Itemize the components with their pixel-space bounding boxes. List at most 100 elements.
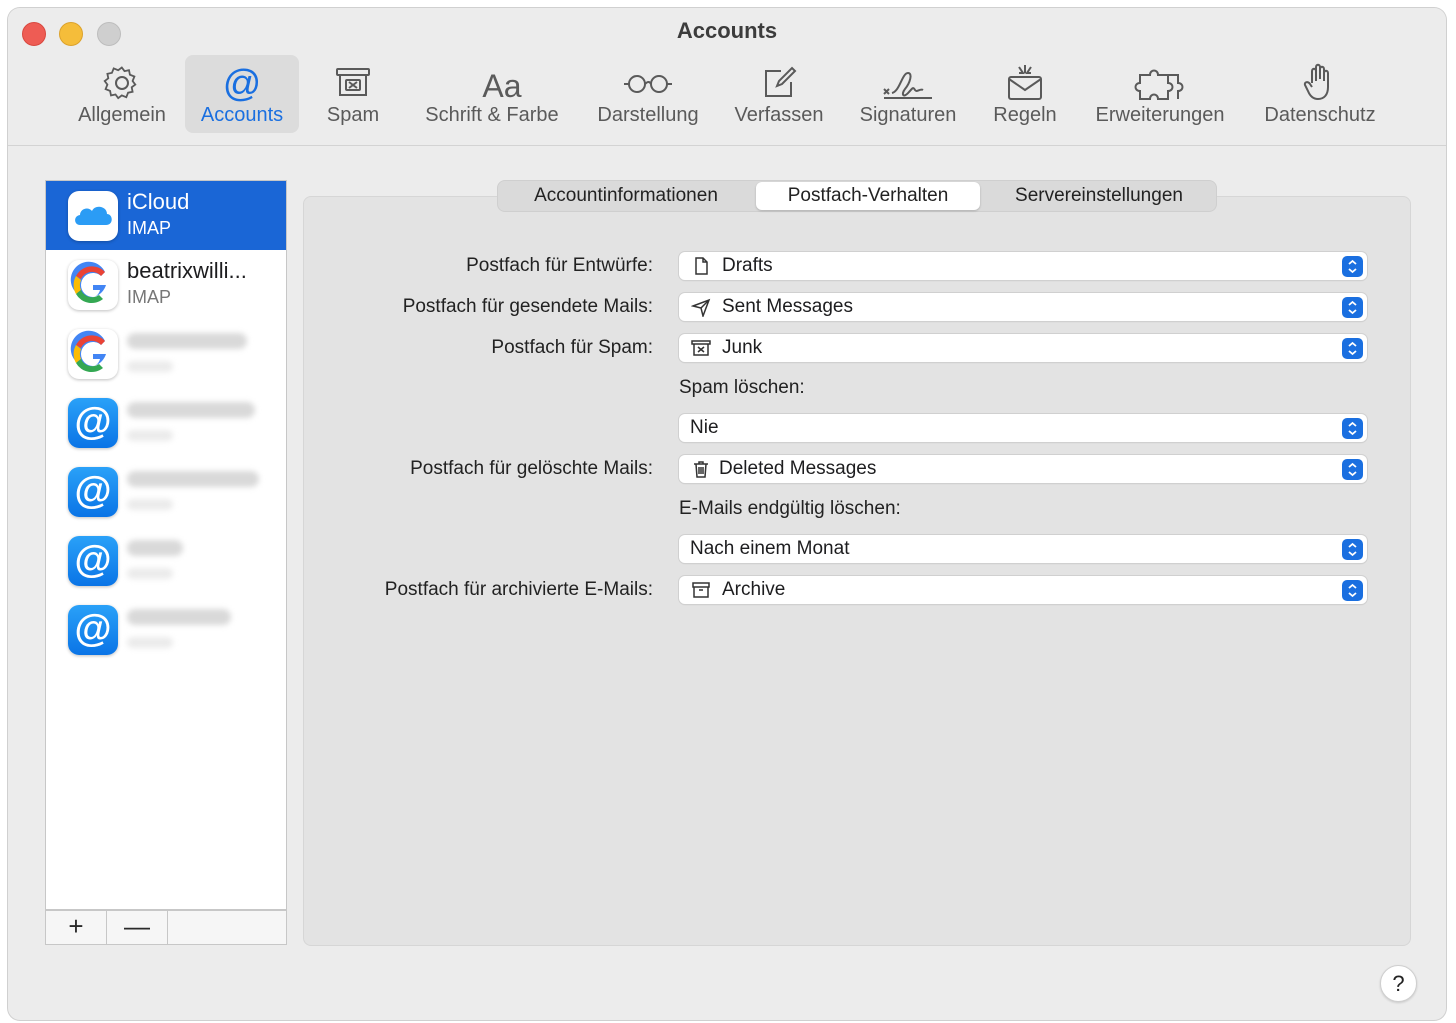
archive-mailbox-label: Postfach für archivierte E-Mails:: [384, 579, 653, 600]
accounts-list-footer: + —: [45, 910, 287, 945]
spam-delete-popup[interactable]: Nie: [679, 414, 1367, 442]
erase-mail-label: E-Mails endgültig löschen:: [679, 498, 901, 519]
toolbar-label: Schrift & Farbe: [425, 104, 559, 126]
titlebar: Accounts Allgemein @ Accounts Spam Aa Sc…: [8, 8, 1446, 146]
add-account-button[interactable]: +: [46, 911, 107, 944]
toolbar-label: Regeln: [993, 104, 1057, 126]
toolbar-label: Allgemein: [78, 104, 166, 126]
at-icon: @: [223, 63, 262, 103]
font-icon: Aa: [482, 68, 521, 103]
trash-mailbox-popup[interactable]: Deleted Messages: [679, 455, 1367, 483]
blurred-account-type: [127, 430, 173, 441]
junk-box-icon: [336, 68, 370, 96]
blurred-account-name: [127, 609, 231, 625]
blurred-account-type: [127, 499, 173, 510]
blurred-account-name: [127, 471, 259, 487]
chevron-updown-icon: [1342, 459, 1363, 480]
toolbar-erweiterungen[interactable]: Erweiterungen: [1085, 55, 1235, 133]
popup-value: Archive: [722, 579, 786, 600]
account-row-icloud[interactable]: iCloud IMAP: [46, 181, 286, 250]
erase-mail-popup[interactable]: Nach einem Monat: [679, 535, 1367, 563]
popup-value: Sent Messages: [722, 296, 853, 317]
account-row-blurred[interactable]: @: [46, 526, 286, 595]
account-row-blurred[interactable]: [46, 319, 286, 388]
svg-text:@: @: [223, 63, 262, 103]
icloud-icon: [68, 191, 118, 241]
toolbar-allgemein[interactable]: Allgemein: [65, 55, 179, 133]
document-icon: [695, 257, 708, 275]
window-title: Accounts: [676, 18, 778, 43]
popup-value: Drafts: [722, 255, 773, 276]
google-icon: [68, 329, 118, 379]
chevron-updown-icon: [1342, 539, 1363, 560]
drafts-mailbox-label: Postfach für Entwürfe:: [466, 255, 653, 276]
blurred-account-name: [127, 333, 247, 349]
spam-mailbox-popup[interactable]: Junk: [679, 334, 1367, 362]
hand-icon: [1303, 63, 1329, 101]
account-row-blurred[interactable]: @: [46, 457, 286, 526]
chevron-updown-icon: [1342, 580, 1363, 601]
chevron-updown-icon: [1342, 256, 1363, 277]
toolbar-label: Spam: [326, 104, 380, 126]
blurred-account-type: [127, 361, 173, 372]
account-type: IMAP: [127, 218, 172, 238]
toolbar-label: Accounts: [200, 104, 284, 126]
preferences-window: Accounts Allgemein @ Accounts Spam Aa Sc…: [8, 8, 1446, 1020]
account-row-blurred[interactable]: @: [46, 595, 286, 664]
chevron-updown-icon: [1342, 338, 1363, 359]
popup-value: Nach einem Monat: [690, 538, 850, 559]
toolbar-accounts[interactable]: @ Accounts: [185, 55, 299, 133]
trash-icon: [694, 461, 708, 478]
toolbar-datenschutz[interactable]: Datenschutz: [1250, 55, 1390, 133]
toolbar-label: Darstellung: [597, 104, 699, 126]
gear-icon: [103, 66, 137, 100]
account-row-blurred[interactable]: @: [46, 388, 286, 457]
account-name: beatrixwilli...: [127, 258, 247, 283]
toolbar-label: Verfassen: [734, 104, 824, 126]
signature-icon: [883, 71, 932, 99]
remove-account-button[interactable]: —: [107, 911, 168, 944]
toolbar-label: Erweiterungen: [1095, 104, 1225, 126]
google-icon: [68, 260, 118, 310]
account-tabs: Accountinformationen Postfach-Verhalten …: [497, 180, 1217, 212]
toolbar-signaturen[interactable]: Signaturen: [847, 55, 969, 133]
toolbar-label: Signaturen: [859, 104, 957, 126]
popup-value: Junk: [722, 337, 763, 358]
tab-postfach-verhalten[interactable]: Postfach-Verhalten: [756, 182, 980, 210]
drafts-mailbox-popup[interactable]: Drafts: [679, 252, 1367, 280]
archive-mailbox-popup[interactable]: Archive: [679, 576, 1367, 604]
blurred-account-name: [127, 540, 183, 556]
chevron-updown-icon: [1342, 418, 1363, 439]
archive-box-icon: [692, 582, 710, 598]
trash-mailbox-label: Postfach für gelöschte Mails:: [410, 458, 653, 479]
junk-box-icon: [691, 340, 711, 356]
toolbar-schrift-farbe[interactable]: Aa Schrift & Farbe: [412, 55, 572, 133]
blurred-account-name: [127, 402, 255, 418]
at-mail-icon: @: [68, 536, 118, 586]
svg-text:Aa: Aa: [482, 68, 521, 103]
at-mail-icon: @: [68, 467, 118, 517]
at-mail-icon: @: [68, 398, 118, 448]
blurred-account-type: [127, 637, 173, 648]
tab-accountinformationen[interactable]: Accountinformationen: [502, 182, 750, 210]
spam-delete-label: Spam löschen:: [679, 377, 805, 398]
glasses-icon: [624, 75, 672, 93]
toolbar-spam[interactable]: Spam: [308, 55, 398, 133]
account-row-google[interactable]: beatrixwilli... IMAP: [46, 250, 286, 319]
popup-value: Nie: [690, 417, 719, 438]
help-button[interactable]: ?: [1380, 965, 1417, 1002]
toolbar-regeln[interactable]: Regeln: [977, 55, 1073, 133]
sent-mailbox-popup[interactable]: Sent Messages: [679, 293, 1367, 321]
rules-envelope-icon: [1008, 65, 1042, 100]
tab-servereinstellungen[interactable]: Servereinstellungen: [986, 182, 1212, 210]
at-mail-icon: @: [68, 605, 118, 655]
account-name: iCloud: [127, 189, 190, 214]
chevron-updown-icon: [1342, 297, 1363, 318]
sent-mailbox-label: Postfach für gesendete Mails:: [402, 296, 653, 317]
toolbar-verfassen[interactable]: Verfassen: [725, 55, 833, 133]
popup-value: Deleted Messages: [719, 458, 877, 479]
puzzle-icon: [1134, 69, 1184, 100]
spam-mailbox-label: Postfach für Spam:: [491, 337, 653, 358]
accounts-list: iCloud IMAP beatrixwilli... IMAP @ @ @ @: [45, 180, 287, 910]
toolbar-darstellung[interactable]: Darstellung: [587, 55, 709, 133]
